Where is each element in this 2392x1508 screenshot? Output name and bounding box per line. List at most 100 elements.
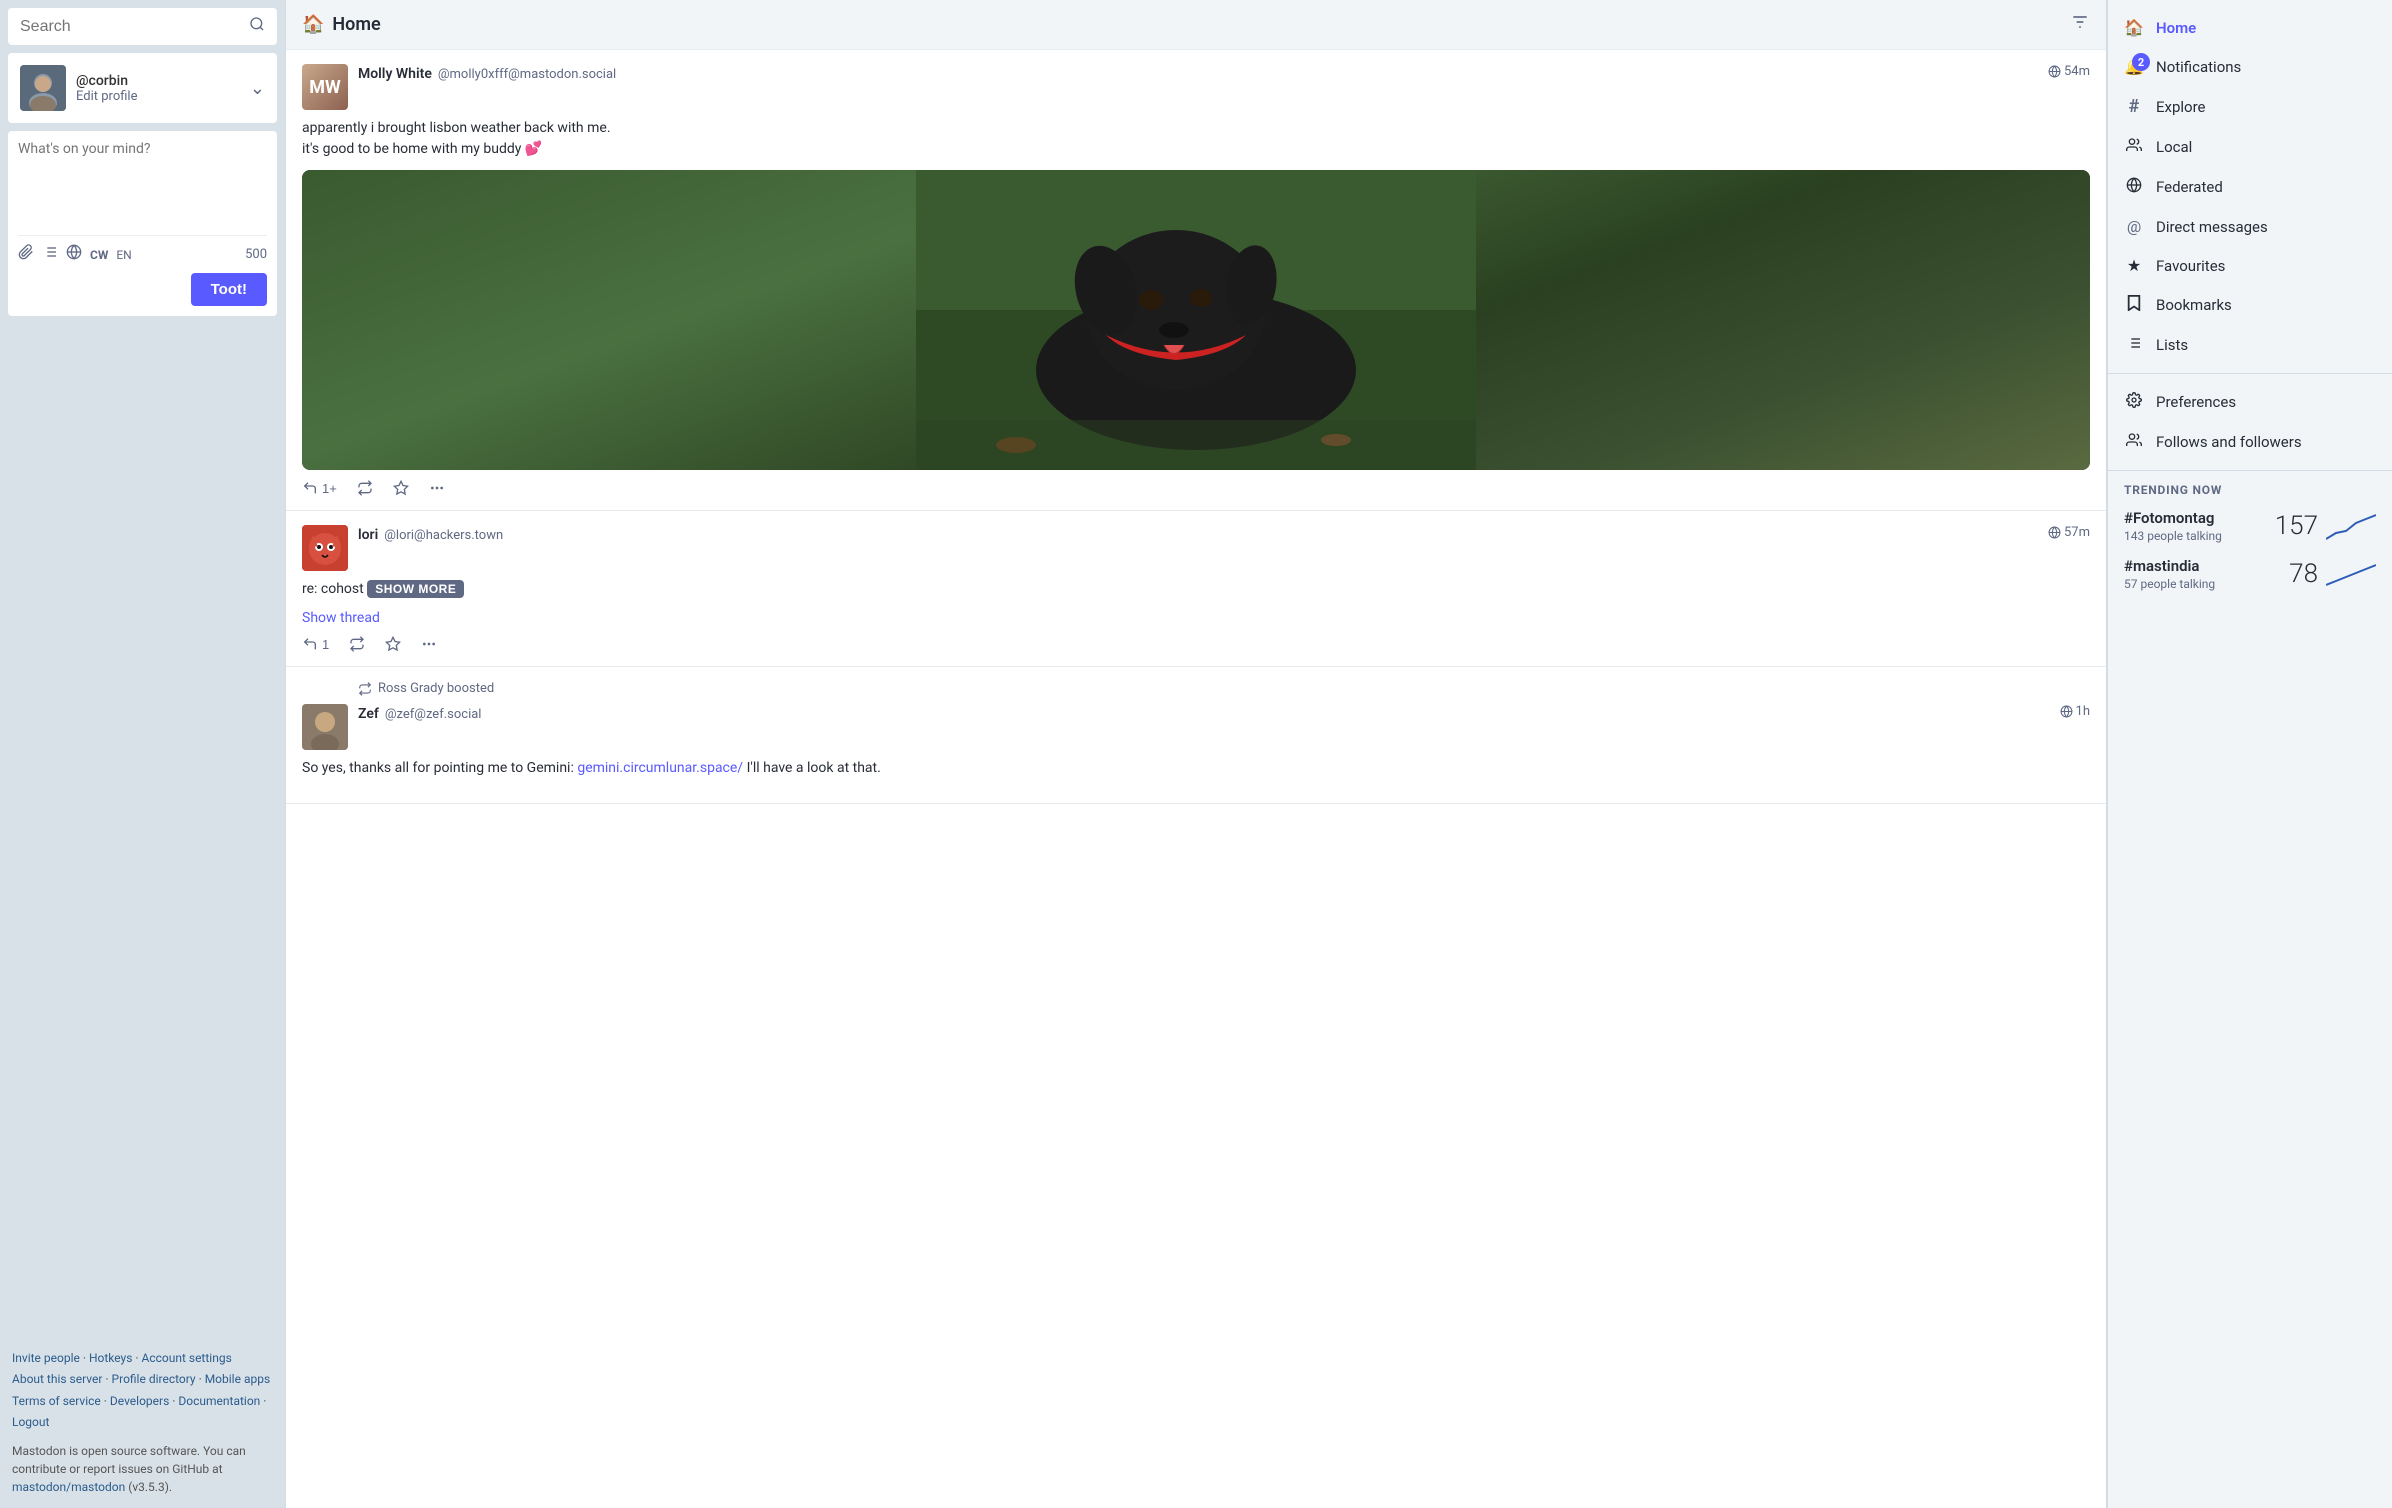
profile-edit-label[interactable]: Edit profile	[76, 89, 240, 104]
sidebar-item-federated[interactable]: Federated	[2108, 167, 2392, 207]
avatar	[20, 65, 66, 111]
show-more-button[interactable]: SHOW MORE	[367, 580, 464, 598]
favourite-button[interactable]	[393, 480, 409, 496]
right-sidebar: 🏠 Home 🔔 2 Notifications # Explore	[2107, 0, 2392, 1508]
char-count: 500	[245, 247, 267, 262]
author-line: Zef @zef@zef.social 1h	[358, 704, 2090, 722]
trending-info: #Fotomontag 143 people talking	[2124, 509, 2267, 543]
local-nav-label: Local	[2156, 138, 2192, 156]
trending-count: 157	[2275, 511, 2318, 541]
trending-item[interactable]: #Fotomontag 143 people talking 157	[2124, 509, 2376, 543]
profile-chevron-icon[interactable]: ⌄	[250, 78, 265, 99]
post-item: lori @lori@hackers.town 57m re: cohost S…	[286, 511, 2106, 667]
profile-directory-link[interactable]: Profile directory	[112, 1372, 196, 1386]
post-meta: Molly White @molly0xfff@mastodon.social …	[358, 64, 2090, 82]
post-header: MW Molly White @molly0xfff@mastodon.soci…	[302, 64, 2090, 110]
post-avatar[interactable]	[302, 704, 348, 750]
direct-messages-nav-label: Direct messages	[2156, 218, 2268, 236]
post-text: So yes, thanks all for pointing me to Ge…	[302, 760, 577, 776]
invite-people-link[interactable]: Invite people	[12, 1351, 80, 1365]
post-content: re: cohost SHOW MORE	[302, 579, 2090, 600]
sidebar-item-explore[interactable]: # Explore	[2108, 86, 2392, 127]
trending-item[interactable]: #mastindia 57 people talking 78	[2124, 557, 2376, 591]
mobile-apps-link[interactable]: Mobile apps	[205, 1372, 270, 1386]
reply-button[interactable]: 1	[302, 636, 329, 652]
lang-button[interactable]: EN	[116, 248, 131, 262]
trending-tag: #Fotomontag	[2124, 509, 2267, 527]
hotkeys-link[interactable]: Hotkeys	[89, 1351, 132, 1365]
profile-section: @corbin Edit profile ⌄	[8, 53, 277, 123]
trending-section: TRENDING NOW #Fotomontag 143 people talk…	[2108, 471, 2392, 617]
toot-button[interactable]: Toot!	[191, 273, 267, 306]
main-nav-section: 🏠 Home 🔔 2 Notifications # Explore	[2108, 0, 2392, 374]
sidebar-item-preferences[interactable]: Preferences	[2108, 382, 2392, 422]
lists-nav-label: Lists	[2156, 336, 2188, 354]
more-button[interactable]	[421, 636, 437, 652]
author-name[interactable]: Molly White	[358, 66, 432, 82]
post-content: So yes, thanks all for pointing me to Ge…	[302, 758, 2090, 779]
show-thread-link[interactable]: Show thread	[302, 610, 2090, 626]
list-icon[interactable]	[42, 244, 58, 265]
sidebar-item-local[interactable]: Local	[2108, 127, 2392, 167]
sidebar-item-follows-followers[interactable]: Follows and followers	[2108, 422, 2392, 462]
terms-of-service-link[interactable]: Terms of service	[12, 1394, 101, 1408]
main-header: 🏠 Home	[286, 0, 2106, 50]
home-title-text: Home	[332, 14, 380, 35]
sidebar-item-notifications[interactable]: 🔔 2 Notifications	[2108, 47, 2392, 86]
follows-icon	[2124, 432, 2144, 452]
developers-link[interactable]: Developers	[110, 1394, 169, 1408]
post-text-line2: it's good to be home with my buddy 💕	[302, 139, 2090, 160]
favourite-button[interactable]	[385, 636, 401, 652]
boost-line: Ross Grady boosted	[302, 681, 2090, 696]
explore-nav-label: Explore	[2156, 98, 2206, 116]
documentation-link[interactable]: Documentation	[178, 1394, 260, 1408]
profile-handle: @corbin	[76, 73, 240, 89]
author-name[interactable]: Zef	[358, 706, 379, 722]
author-handle: @zef@zef.social	[385, 707, 482, 722]
account-settings-link[interactable]: Account settings	[142, 1351, 232, 1365]
compose-box: CW EN 500 Toot!	[8, 131, 277, 316]
sidebar-item-lists[interactable]: Lists	[2108, 325, 2392, 365]
profile-info: @corbin Edit profile	[76, 73, 240, 104]
logout-link[interactable]: Logout	[12, 1415, 49, 1429]
cw-button[interactable]: CW	[90, 248, 108, 262]
post-meta: Zef @zef@zef.social 1h	[358, 704, 2090, 722]
more-button[interactable]	[429, 480, 445, 496]
search-button[interactable]	[249, 16, 265, 37]
main-content: 🏠 Home MW Molly White @molly0xfff@mastod	[285, 0, 2107, 1508]
bookmark-icon	[2124, 295, 2144, 315]
search-input[interactable]	[20, 18, 241, 36]
trending-title: TRENDING NOW	[2124, 483, 2376, 497]
sidebar-item-favourites[interactable]: ★ Favourites	[2108, 246, 2392, 285]
boost-text: Ross Grady boosted	[378, 681, 494, 696]
trending-info: #mastindia 57 people talking	[2124, 557, 2281, 591]
attach-icon[interactable]	[18, 244, 34, 265]
post-time: 1h	[2060, 704, 2090, 719]
author-name[interactable]: lori	[358, 527, 378, 543]
local-icon	[2124, 137, 2144, 157]
post-header: Zef @zef@zef.social 1h	[302, 704, 2090, 750]
reply-count: 1+	[322, 481, 337, 496]
sidebar-item-home[interactable]: 🏠 Home	[2108, 8, 2392, 47]
feed: MW Molly White @molly0xfff@mastodon.soci…	[286, 50, 2106, 1508]
post-text-line1: apparently i brought lisbon weather back…	[302, 118, 2090, 139]
author-handle: @lori@hackers.town	[384, 528, 503, 543]
home-header-icon: 🏠	[302, 14, 324, 35]
sidebar-item-direct-messages[interactable]: @ Direct messages	[2108, 207, 2392, 246]
globe-icon[interactable]	[66, 244, 82, 265]
filter-button[interactable]	[2070, 12, 2090, 37]
about-server-link[interactable]: About this server	[12, 1372, 102, 1386]
post-avatar[interactable]	[302, 525, 348, 571]
github-repo-link[interactable]: mastodon/mastodon	[12, 1480, 125, 1494]
reply-count: 1	[322, 637, 329, 652]
reply-button[interactable]: 1+	[302, 480, 337, 496]
post-text-2: I'll have a look at that.	[747, 760, 881, 776]
sidebar-item-bookmarks[interactable]: Bookmarks	[2108, 285, 2392, 325]
gemini-link[interactable]: gemini.circumlunar.space/	[577, 760, 743, 776]
home-icon: 🏠	[2124, 18, 2144, 37]
boost-button[interactable]	[357, 480, 373, 496]
boost-button[interactable]	[349, 636, 365, 652]
post-avatar[interactable]: MW	[302, 64, 348, 110]
post-item: Ross Grady boosted Zef @zef@zef.social	[286, 667, 2106, 804]
compose-textarea[interactable]	[18, 141, 267, 231]
